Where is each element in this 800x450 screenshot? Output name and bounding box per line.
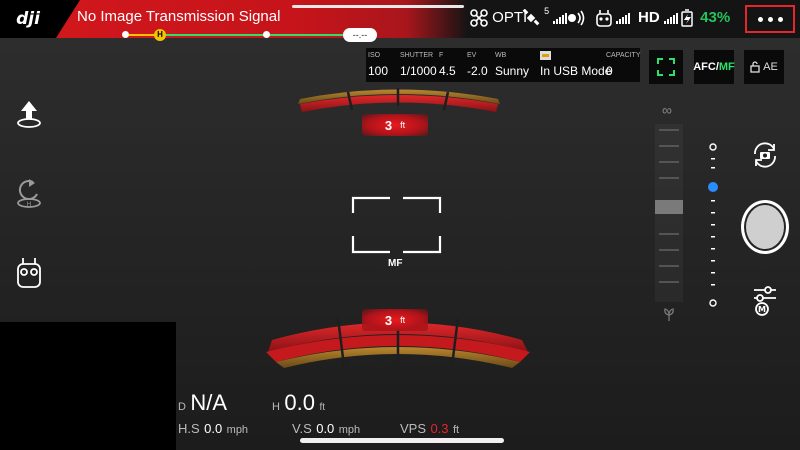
hs-unit: mph — [226, 424, 249, 436]
vs-value: 0.0 — [316, 421, 335, 436]
hs-value: 0.0 — [204, 421, 223, 436]
vertical-speed-readout: V.S 0.0 mph — [292, 420, 360, 438]
distance-prefix: D — [178, 401, 186, 413]
rear-obstacle-distance: 3 ft — [362, 309, 428, 331]
shutter-button[interactable] — [741, 200, 789, 254]
minimap[interactable] — [0, 322, 176, 450]
height-readout: H 0.0 ft — [272, 390, 325, 416]
photo-video-switch-icon — [754, 142, 776, 168]
svg-text:M: M — [758, 305, 766, 314]
gimbal-pitch-slider[interactable] — [706, 140, 720, 310]
focus-ruler[interactable]: ∞ — [653, 102, 685, 324]
distance-value: N/A — [190, 390, 228, 415]
focus-ruler-ticks — [653, 124, 685, 302]
front-obstacle-distance: 3 ft — [362, 114, 428, 136]
height-unit: ft — [319, 402, 326, 413]
sliders-settings-icon: M — [754, 286, 776, 316]
rear-distance-unit: ft — [400, 315, 406, 325]
home-indicator-bar[interactable] — [300, 438, 504, 443]
front-distance-unit: ft — [400, 120, 406, 130]
macro-icon — [664, 308, 674, 321]
vs-prefix: V.S — [292, 421, 312, 436]
focus-frame — [351, 196, 442, 254]
front-distance-value: 3 — [384, 117, 393, 133]
vps-prefix: VPS — [400, 421, 427, 436]
infinity-symbol: ∞ — [662, 102, 672, 118]
hs-prefix: H.S — [178, 421, 200, 436]
vps-unit: ft — [453, 424, 460, 436]
vs-unit: mph — [338, 424, 361, 436]
height-prefix: H — [272, 401, 280, 413]
vps-value: 0.3 — [430, 421, 449, 436]
horizontal-speed-readout: H.S 0.0 mph — [178, 420, 248, 438]
height-value: 0.0 — [284, 390, 315, 415]
camera-settings-button[interactable]: M — [751, 285, 779, 322]
camera-view: dji No Image Transmission Signal OPTI 5 … — [0, 0, 800, 450]
focus-mode-indicator: MF — [388, 258, 403, 269]
vps-readout: VPS 0.3 ft — [400, 420, 459, 438]
camera-switch-button[interactable] — [750, 140, 780, 175]
rear-distance-value: 3 — [384, 312, 393, 328]
front-obstacle-arc — [298, 88, 500, 112]
distance-readout: D N/A — [178, 390, 227, 416]
shutter-inner — [746, 205, 784, 249]
